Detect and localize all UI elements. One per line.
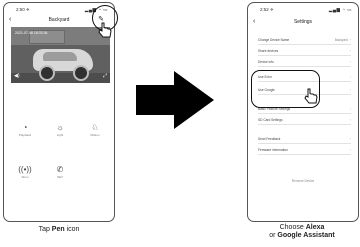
mute-icon[interactable]: ◀) <box>14 73 20 79</box>
action-label: Light <box>56 133 64 137</box>
motion-icon: ♘ <box>91 123 99 132</box>
row-label: Change Device Name <box>258 38 290 42</box>
chevron-right-icon: › <box>349 107 351 111</box>
caption-text: Tap <box>38 226 52 233</box>
status-time: 2:52 ✈ <box>260 7 274 12</box>
light-icon: ☼ <box>56 123 64 132</box>
settings-row-sd-card[interactable]: SD Card Settings › <box>258 116 351 125</box>
action-label: Playback <box>18 133 32 137</box>
caption-right: Choose Alexa or Google Assistant <box>244 224 360 240</box>
action-label: SET <box>57 175 63 179</box>
caption-bold: Alexa <box>305 224 325 231</box>
row-label: Send Feedback <box>258 137 281 141</box>
action-label: Motion <box>90 133 100 137</box>
caption-left: Tap Pen icon <box>3 226 115 234</box>
settings-row-firmware[interactable]: Firmware information › <box>258 146 351 155</box>
caption-text: Choose <box>279 224 306 231</box>
chevron-right-icon: › <box>349 60 351 64</box>
car-wheel <box>39 65 55 81</box>
light-button[interactable]: ☼ Light <box>49 123 71 137</box>
chevron-right-icon: › <box>349 38 351 42</box>
chevron-right-icon: › <box>349 49 351 53</box>
status-icons: ▂▄▆ ◔ ▭ <box>328 7 352 12</box>
chevron-right-icon: › <box>349 88 351 92</box>
remove-device-button[interactable]: Remove Device <box>248 179 358 183</box>
status-bar: 2:52 ✈ ▂▄▆ ◔ ▭ <box>254 6 352 14</box>
chevron-right-icon: › <box>349 118 351 122</box>
siren-button[interactable]: ((•)) Siren <box>14 165 36 179</box>
row-label: SD Card Settings <box>258 118 283 122</box>
phone-icon: ✆ <box>56 165 64 174</box>
call-button[interactable]: ✆ SET <box>49 165 71 179</box>
caption-bold: Pen <box>51 226 65 233</box>
camera-wall <box>11 27 110 45</box>
row-label: Share devices <box>258 49 279 53</box>
row-label: Firmware information <box>258 148 288 152</box>
right-arrow-icon <box>136 71 214 129</box>
playback-button[interactable]: ◔ Playback <box>14 123 36 137</box>
camera-timestamp: 2021-07-06 18:32:34 <box>15 31 48 35</box>
settings-row-share[interactable]: Share devices › <box>258 47 351 56</box>
row-label: Device info <box>258 60 274 64</box>
camera-live-view[interactable]: 2021-07-06 18:32:34 ◀) ⤢ <box>11 27 110 83</box>
action-label: Siren <box>21 175 29 179</box>
pointing-hand-icon <box>304 88 318 104</box>
caption-text: icon <box>64 226 80 233</box>
siren-icon: ((•)) <box>18 165 32 174</box>
settings-row-feedback[interactable]: Send Feedback › <box>258 135 351 144</box>
row-value: Backyard <box>334 38 348 42</box>
camera-ground <box>11 73 110 83</box>
settings-row-device-info[interactable]: Device info › <box>258 58 351 67</box>
caption-bold: Google Assistant <box>277 232 335 239</box>
fullscreen-icon[interactable]: ⤢ <box>103 73 107 79</box>
status-time: 2:50 ✈ <box>16 7 30 12</box>
settings-row-device-name[interactable]: Change Device Name Backyard › <box>258 36 351 45</box>
chevron-right-icon: › <box>349 148 351 152</box>
playback-icon: ◔ <box>22 123 28 132</box>
page-title: Settings <box>293 19 313 25</box>
motion-button[interactable]: ♘ Motion <box>84 123 106 137</box>
car-wheel <box>73 65 89 81</box>
chevron-right-icon: › <box>349 75 351 79</box>
right-phone-screen: 2:52 ✈ ▂▄▆ ◔ ▭ ‹ Settings Change Device … <box>247 2 359 222</box>
pointing-hand-icon <box>98 22 112 38</box>
chevron-right-icon: › <box>349 137 351 141</box>
